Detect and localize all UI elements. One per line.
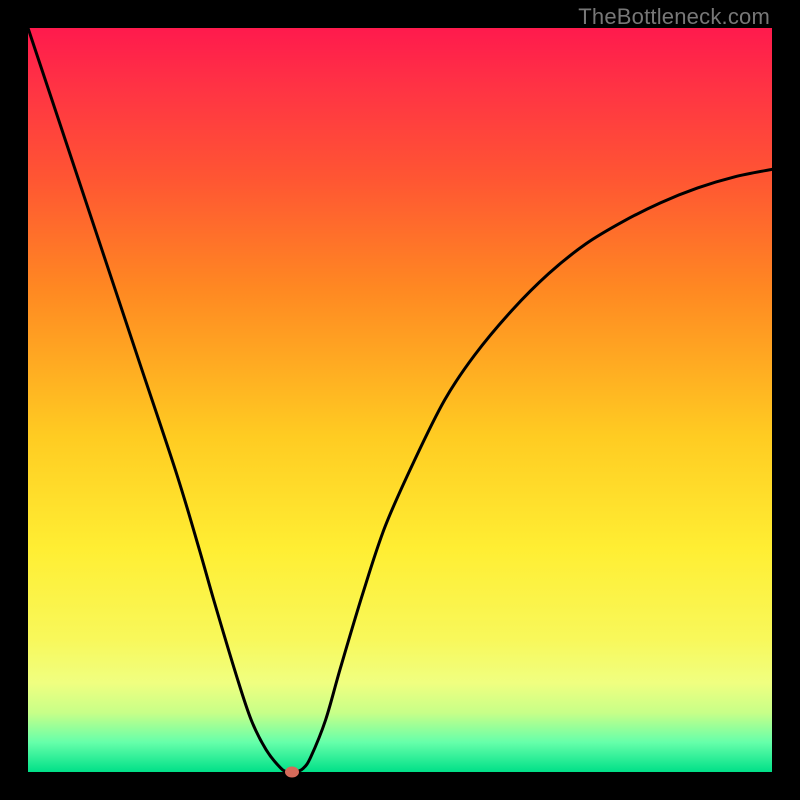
plot-area [28,28,772,772]
curve-svg [28,28,772,772]
watermark-text: TheBottleneck.com [578,4,770,30]
optimum-marker [285,767,299,778]
bottleneck-curve [28,28,772,772]
chart-frame: TheBottleneck.com [0,0,800,800]
